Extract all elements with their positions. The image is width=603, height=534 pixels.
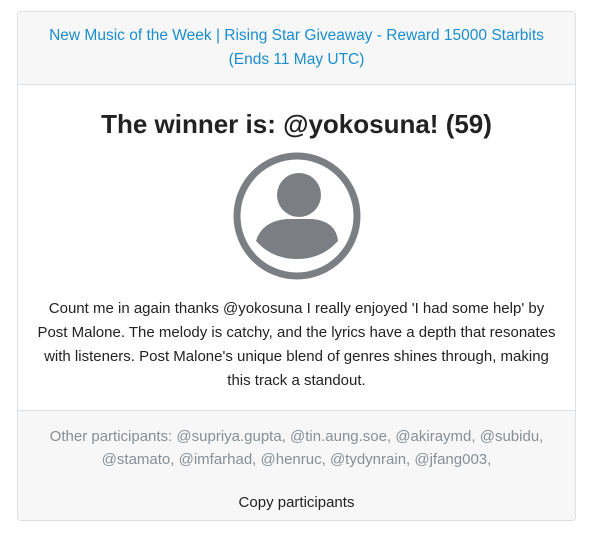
giveaway-card: New Music of the Week | Rising Star Give… (17, 11, 576, 521)
participants-label: Other participants: (49, 428, 173, 445)
card-header: New Music of the Week | Rising Star Give… (18, 12, 575, 85)
copy-participants-button[interactable]: Copy participants (217, 493, 377, 513)
giveaway-link[interactable]: New Music of the Week | Rising Star Give… (38, 24, 555, 72)
card-footer: Other participants: @supriya.gupta, @tin… (18, 411, 575, 520)
winner-comment: Count me in again thanks @yokosuna I rea… (37, 300, 556, 389)
winner-title: The winner is: @yokosuna! (59) (101, 109, 492, 139)
other-participants: Other participants: @supriya.gupta, @tin… (38, 425, 555, 471)
winner-section: The winner is: @yokosuna! (59) Count me … (18, 85, 575, 411)
user-avatar-icon (233, 152, 361, 280)
